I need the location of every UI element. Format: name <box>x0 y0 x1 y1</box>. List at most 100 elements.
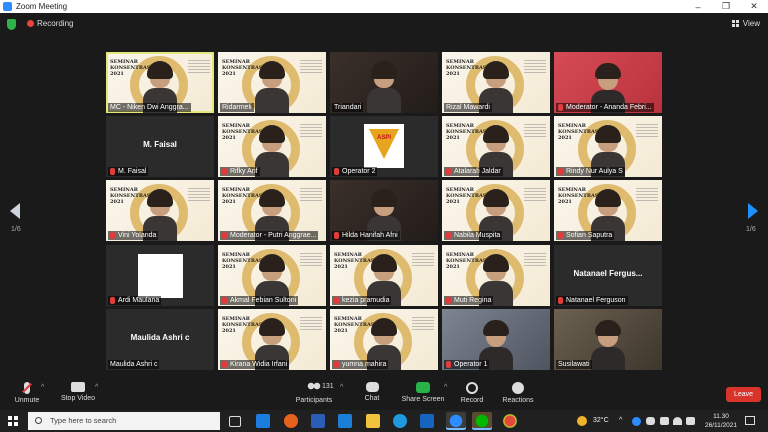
page-indicator-right: 1/6 <box>746 226 756 233</box>
share-screen-button[interactable]: Share Screen <box>401 382 445 403</box>
participant-display-name: M. Faisal <box>143 140 177 149</box>
notification-icon[interactable] <box>745 416 755 425</box>
participant-tile[interactable]: SEMINAR KONSENTRASI 2021 Kirana Widia Irfan… <box>218 309 326 370</box>
clock-time: 11.30 <box>713 413 729 420</box>
participant-tile[interactable]: SEMINAR KONSENTRASI 2021 Akmal Febian Sulto… <box>218 245 326 306</box>
muted-microphone-icon <box>334 232 339 239</box>
edge-icon[interactable] <box>393 414 407 428</box>
store-icon[interactable] <box>420 414 434 428</box>
mail-icon[interactable] <box>338 414 352 428</box>
unmute-label: Unmute <box>14 397 40 404</box>
muted-microphone-icon <box>110 168 115 175</box>
participant-tile[interactable]: Triandari <box>330 52 438 113</box>
participant-video-figure <box>255 61 289 113</box>
firefox-icon[interactable] <box>284 414 298 428</box>
muted-microphone-icon <box>446 297 451 304</box>
participant-tile[interactable]: SEMINAR KONSENTRASI 2021 Rifky Arif <box>218 116 326 177</box>
participant-tile[interactable]: Operator 1 <box>442 309 550 370</box>
participant-name-label: Muti Regina <box>444 296 494 305</box>
participants-options-chevron-icon[interactable]: ^ <box>340 384 343 391</box>
participant-tile[interactable]: Natanael Fergus... Natanael Ferguson <box>554 245 662 306</box>
participant-tile[interactable]: SEMINAR KONSENTRASI 2021 Rindy Nur Aulya S <box>554 116 662 177</box>
volume-icon[interactable] <box>686 417 695 425</box>
participant-tile[interactable]: SEMINAR KONSENTRASI 2021 yumna mahira <box>330 309 438 370</box>
reactions-label: Reactions <box>502 397 534 404</box>
onedrive-cloud-icon[interactable] <box>646 417 655 425</box>
participant-tile[interactable]: SEMINAR KONSENTRASI 2021 Sofian Saputra <box>554 180 662 241</box>
participant-tile[interactable]: Maulida Ashri c Maulida Ashri c <box>106 309 214 370</box>
clock-date: 26/11/2021 <box>704 422 738 429</box>
zoom-taskbar-icon[interactable] <box>446 412 466 430</box>
view-button[interactable]: View <box>731 19 760 28</box>
line-app-icon[interactable] <box>472 412 492 430</box>
task-view-icon[interactable] <box>229 416 241 427</box>
participant-name-label: Nabila Muspita <box>444 231 503 240</box>
participant-tile[interactable]: SEMINAR KONSENTRASI 2021 keziа pramudia <box>330 245 438 306</box>
minimize-button[interactable]: – <box>684 2 712 12</box>
recording-indicator[interactable]: Recording <box>27 19 73 28</box>
participant-name: Muti Regina <box>454 297 492 304</box>
participant-tile[interactable]: SEMINAR KONSENTRASI 2021 Atalarafi Jaldar <box>442 116 550 177</box>
video-options-chevron-icon[interactable]: ^ <box>95 384 98 391</box>
participant-name-label: Moderator - Ananda Febri... <box>556 103 654 112</box>
participant-tile[interactable]: SEMINAR KONSENTRASI 2021 Moderator - Putri … <box>218 180 326 241</box>
stop-video-button[interactable]: Stop Video <box>58 382 98 402</box>
participant-tile[interactable]: SEMINAR KONSENTRASI 2021 Vini Yolanda <box>106 180 214 241</box>
participant-tile[interactable]: SEMINAR KONSENTRASI 2021 Nabila Muspita <box>442 180 550 241</box>
taskbar-search-box[interactable]: Type here to search <box>28 412 220 430</box>
record-button[interactable]: Record <box>460 382 484 404</box>
muted-microphone-icon <box>446 361 451 368</box>
dropbox-icon[interactable] <box>256 414 270 428</box>
chrome-icon[interactable] <box>503 414 517 428</box>
close-button[interactable]: ✕ <box>740 1 768 12</box>
file-explorer-icon[interactable] <box>366 414 380 428</box>
word-icon[interactable] <box>311 414 325 428</box>
security-shield-icon[interactable] <box>7 19 16 30</box>
battery-icon[interactable] <box>660 417 669 425</box>
participant-tile[interactable]: Moderator - Ananda Febri... <box>554 52 662 113</box>
participant-tile[interactable]: Ardi Maulana <box>106 245 214 306</box>
maximize-button[interactable]: ❐ <box>712 1 740 12</box>
share-options-chevron-icon[interactable]: ^ <box>444 384 447 391</box>
leave-button[interactable]: Leave <box>726 387 761 402</box>
previous-page-arrow-icon[interactable] <box>10 203 20 219</box>
participant-name-label: Susilawati <box>556 360 592 369</box>
participant-tile[interactable]: SEMINAR KONSENTRASI 2021 Ridarmeli <box>218 52 326 113</box>
zoom-tray-icon[interactable] <box>632 417 641 426</box>
next-page-arrow-icon[interactable] <box>748 203 758 219</box>
audio-options-chevron-icon[interactable]: ^ <box>41 384 44 391</box>
poster-body-lines <box>300 60 322 74</box>
muted-microphone-icon <box>558 297 563 304</box>
participant-name-label: MC - Niken Dwi Anggra... <box>108 103 191 112</box>
windows-start-icon[interactable] <box>8 416 18 426</box>
taskbar-clock[interactable]: 11.30 26/11/2021 <box>702 412 740 430</box>
participant-tile[interactable]: SEMINAR KONSENTRASI 2021 Muti Regina <box>442 245 550 306</box>
participant-tile[interactable]: Susilawati <box>554 309 662 370</box>
participant-tile[interactable]: Hilda Hanifah Afni <box>330 180 438 241</box>
muted-microphone-icon <box>222 168 227 175</box>
aspi-logo-icon: ASPI <box>364 124 404 168</box>
unmute-button[interactable]: Unmute <box>12 382 42 404</box>
tray-overflow-chevron-icon[interactable]: ^ <box>619 417 622 424</box>
reactions-button[interactable]: Reactions <box>501 382 535 404</box>
participant-name: Rizal Mawardi <box>446 104 490 111</box>
chat-button[interactable]: Chat <box>360 382 384 402</box>
wifi-icon[interactable] <box>673 417 682 425</box>
muted-microphone-icon <box>222 297 227 304</box>
meeting-toolbar: Unmute ^ Stop Video ^ Participants 131 ^… <box>0 380 768 410</box>
participant-name-label: Atalarafi Jaldar <box>444 167 503 176</box>
muted-microphone-icon <box>334 297 339 304</box>
participant-tile[interactable]: ASPI Operator 2 <box>330 116 438 177</box>
participant-tile[interactable]: SEMINAR KONSENTRASI 2021 MC - Niken Dwi Ang… <box>106 52 214 113</box>
participant-name-label: Rizal Mawardi <box>444 103 492 112</box>
participant-name: Operator 1 <box>454 361 488 368</box>
participant-name: Atalarafi Jaldar <box>454 168 501 175</box>
participant-name-label: keziа pramudia <box>332 296 392 305</box>
participant-tile[interactable]: SEMINAR KONSENTRASI 2021 Rizal Mawardi <box>442 52 550 113</box>
participant-name: keziа pramudia <box>342 297 390 304</box>
participant-name-label: Operator 1 <box>444 360 490 369</box>
poster-body-lines <box>524 253 546 267</box>
participant-tile[interactable]: M. Faisal M. Faisal <box>106 116 214 177</box>
muted-microphone-icon <box>110 297 115 304</box>
share-screen-label: Share Screen <box>401 396 445 403</box>
